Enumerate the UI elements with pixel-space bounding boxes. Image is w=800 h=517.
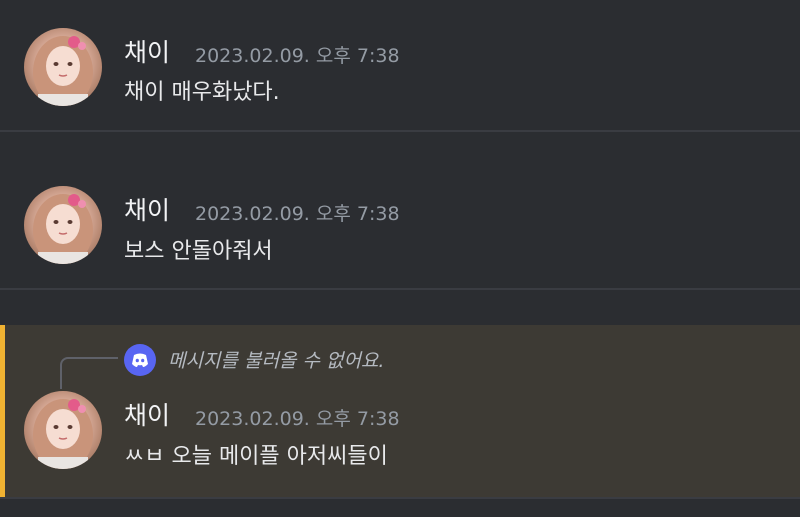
author-name[interactable]: 채이 xyxy=(124,396,170,432)
timestamp[interactable]: 2023.02.09. 오후 7:38 xyxy=(195,404,400,431)
avatar-image xyxy=(33,194,93,264)
timestamp[interactable]: 2023.02.09. 오후 7:38 xyxy=(195,199,400,226)
reply-preview-text[interactable]: 메시지를 불러올 수 없어요. xyxy=(168,346,384,373)
reply-connector xyxy=(60,357,118,389)
discord-icon xyxy=(124,344,156,376)
message-divider xyxy=(0,130,800,132)
avatar-image xyxy=(33,399,93,469)
message-text: 보스 안돌아줘서 xyxy=(124,239,273,264)
highlight-bar xyxy=(0,325,5,497)
avatar[interactable] xyxy=(24,391,102,469)
message-text: ㅆㅂ 오늘 메이플 아저씨들이 xyxy=(124,444,388,469)
message-highlight xyxy=(0,325,800,497)
avatar-image xyxy=(33,36,93,106)
author-name[interactable]: 채이 xyxy=(124,191,170,227)
message-divider xyxy=(0,288,800,290)
timestamp[interactable]: 2023.02.09. 오후 7:38 xyxy=(195,41,400,68)
avatar[interactable] xyxy=(24,186,102,264)
author-name[interactable]: 채이 xyxy=(124,33,170,69)
message-text: 채이 매우화났다. xyxy=(124,80,280,105)
avatar[interactable] xyxy=(24,28,102,106)
message-divider xyxy=(0,497,800,499)
